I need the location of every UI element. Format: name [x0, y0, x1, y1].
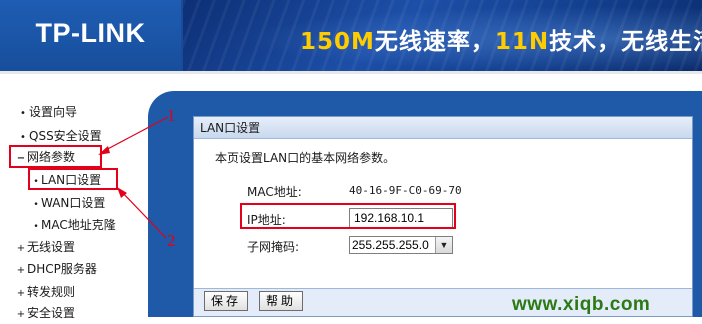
mac-value: 40-16-9F-C0-69-70: [349, 184, 462, 197]
page-description: 本页设置LAN口的基本网络参数。: [215, 151, 396, 165]
header: TP-LINK 150M无线速率，11N技术，无线生活: [0, 0, 702, 71]
header-banner: 150M无线速率，11N技术，无线生活: [183, 0, 702, 71]
annotation-box-network: [9, 145, 102, 168]
annotation-number-1: 1: [167, 106, 176, 125]
mac-label: MAC地址:: [247, 185, 302, 199]
save-button[interactable]: 保存: [204, 291, 249, 311]
watermark: www.xiqb.com: [512, 294, 651, 315]
arrow-head-2: [117, 187, 127, 198]
subnet-mask-value: 255.255.255.0: [352, 238, 429, 252]
logo-panel: TP-LINK: [0, 0, 181, 71]
sidebar-item-dhcp[interactable]: + DHCP服务器: [15, 260, 97, 278]
expand-icon: +: [16, 265, 26, 276]
sidebar-item-label: 设置向导: [29, 105, 78, 119]
bullet-icon: •: [33, 222, 39, 232]
slogan-part-1: 150M: [300, 29, 375, 55]
subnet-mask-label: 子网掩码:: [247, 240, 300, 254]
panel-title: LAN口设置: [194, 117, 692, 139]
sidebar-item-forwarding[interactable]: + 转发规则: [15, 283, 75, 301]
bullet-icon: •: [33, 200, 39, 210]
banner-slogan: 150M无线速率，11N技术，无线生活: [300, 22, 702, 56]
sidebar-item-label: QSS安全设置: [29, 129, 102, 143]
sidebar-item-label: DHCP服务器: [27, 262, 97, 276]
expand-icon: +: [16, 288, 26, 299]
sidebar-item-wan[interactable]: • WAN口设置: [31, 194, 105, 212]
slogan-part-2: 无线速率，: [374, 29, 495, 55]
sidebar-item-label: WAN口设置: [41, 196, 106, 210]
sidebar-item-wireless[interactable]: + 无线设置: [15, 238, 75, 256]
bullet-icon: •: [20, 108, 26, 119]
expand-icon: +: [16, 309, 26, 320]
slogan-part-4: 技术，无线生活: [549, 29, 702, 55]
expand-icon: +: [16, 243, 26, 254]
tp-link-logo: TP-LINK: [35, 18, 146, 48]
annotation-box-lan: [28, 168, 118, 190]
sidebar-item-setup-wizard[interactable]: • 设置向导: [17, 103, 77, 121]
help-button[interactable]: 帮助: [259, 291, 304, 311]
header-divider: [0, 71, 702, 74]
subnet-mask-select[interactable]: 255.255.255.0 ▼: [349, 236, 453, 254]
sidebar-item-mac-clone[interactable]: • MAC地址克隆: [31, 216, 116, 234]
annotation-number-2: 2: [167, 231, 176, 250]
sidebar-item-security[interactable]: + 安全设置: [15, 304, 75, 322]
sidebar-item-label: 转发规则: [27, 285, 76, 299]
sidebar-item-label: 安全设置: [27, 306, 76, 320]
sidebar-item-label: 无线设置: [27, 240, 76, 254]
sidebar-item-qss[interactable]: • QSS安全设置: [17, 127, 102, 145]
sidebar-item-label: MAC地址克隆: [41, 218, 116, 232]
annotation-box-ip: [240, 203, 456, 229]
slogan-part-3: 11N: [494, 29, 550, 55]
chevron-down-icon[interactable]: ▼: [435, 237, 452, 253]
